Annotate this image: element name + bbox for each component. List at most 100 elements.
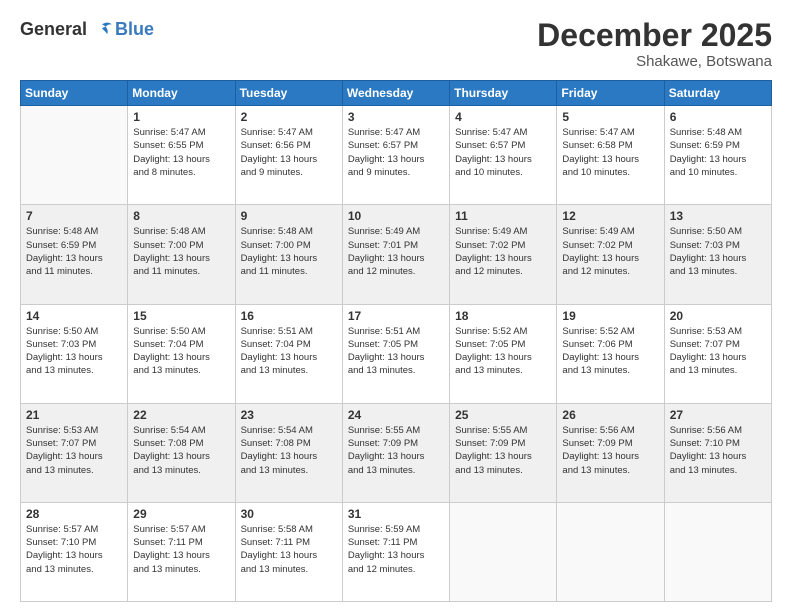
calendar-day-cell: 2Sunrise: 5:47 AMSunset: 6:56 PMDaylight… <box>235 106 342 205</box>
day-number: 3 <box>348 110 444 124</box>
calendar-header-tuesday: Tuesday <box>235 81 342 106</box>
day-number: 13 <box>670 209 766 223</box>
day-info: Sunrise: 5:52 AMSunset: 7:06 PMDaylight:… <box>562 325 658 378</box>
day-info: Sunrise: 5:53 AMSunset: 7:07 PMDaylight:… <box>670 325 766 378</box>
day-info: Sunrise: 5:55 AMSunset: 7:09 PMDaylight:… <box>455 424 551 477</box>
calendar-day-cell: 13 Sunrise: 5:50 AMSunset: 7:03 PMDayligh… <box>664 205 771 304</box>
calendar-day-cell: 8 Sunrise: 5:48 AMSunset: 7:00 PMDaylight… <box>128 205 235 304</box>
day-info: Sunrise: 5:47 AMSunset: 6:55 PMDaylight:… <box>133 126 229 179</box>
calendar-day-cell: 20 Sunrise: 5:53 AMSunset: 7:07 PMDayligh… <box>664 304 771 403</box>
day-info: Sunrise: 5:48 AMSunset: 7:00 PMDaylight:… <box>133 225 229 278</box>
calendar-day-cell: 18Sunrise: 5:52 AMSunset: 7:05 PMDayligh… <box>450 304 557 403</box>
calendar-day-cell: 11 Sunrise: 5:49 AMSunset: 7:02 PMDayligh… <box>450 205 557 304</box>
calendar-day-cell: 28Sunrise: 5:57 AMSunset: 7:10 PMDayligh… <box>21 502 128 601</box>
calendar-day-cell: 15Sunrise: 5:50 AMSunset: 7:04 PMDayligh… <box>128 304 235 403</box>
day-number: 10 <box>348 209 444 223</box>
calendar-day-cell: 3 Sunrise: 5:47 AMSunset: 6:57 PMDaylight… <box>342 106 449 205</box>
calendar-day-cell: 19 Sunrise: 5:52 AMSunset: 7:06 PMDayligh… <box>557 304 664 403</box>
calendar-header-saturday: Saturday <box>664 81 771 106</box>
calendar-day-cell: 6 Sunrise: 5:48 AMSunset: 6:59 PMDaylight… <box>664 106 771 205</box>
calendar-day-cell: 16Sunrise: 5:51 AMSunset: 7:04 PMDayligh… <box>235 304 342 403</box>
day-info: Sunrise: 5:47 AMSunset: 6:57 PMDaylight:… <box>455 126 551 179</box>
calendar-day-cell: 31 Sunrise: 5:59 AMSunset: 7:11 PMDayligh… <box>342 502 449 601</box>
calendar-day-cell: 30 Sunrise: 5:58 AMSunset: 7:11 PMDayligh… <box>235 502 342 601</box>
calendar-day-cell: 10Sunrise: 5:49 AMSunset: 7:01 PMDayligh… <box>342 205 449 304</box>
calendar-day-cell <box>664 502 771 601</box>
day-info: Sunrise: 5:48 AMSunset: 7:00 PMDaylight:… <box>241 225 337 278</box>
day-info: Sunrise: 5:51 AMSunset: 7:05 PMDaylight:… <box>348 325 444 378</box>
calendar-day-cell: 24 Sunrise: 5:55 AMSunset: 7:09 PMDayligh… <box>342 403 449 502</box>
day-info: Sunrise: 5:56 AMSunset: 7:10 PMDaylight:… <box>670 424 766 477</box>
calendar-day-cell: 12Sunrise: 5:49 AMSunset: 7:02 PMDayligh… <box>557 205 664 304</box>
calendar-day-cell <box>450 502 557 601</box>
calendar-table: SundayMondayTuesdayWednesdayThursdayFrid… <box>20 80 772 602</box>
day-info: Sunrise: 5:53 AMSunset: 7:07 PMDaylight:… <box>26 424 122 477</box>
day-info: Sunrise: 5:48 AMSunset: 6:59 PMDaylight:… <box>670 126 766 179</box>
day-number: 4 <box>455 110 551 124</box>
day-number: 17 <box>348 309 444 323</box>
calendar-week-row: 1 Sunrise: 5:47 AMSunset: 6:55 PMDaylight… <box>21 106 772 205</box>
day-info: Sunrise: 5:50 AMSunset: 7:03 PMDaylight:… <box>26 325 122 378</box>
calendar-day-cell: 17 Sunrise: 5:51 AMSunset: 7:05 PMDayligh… <box>342 304 449 403</box>
header: General Blue December 2025 Shakawe, Bots… <box>20 18 772 70</box>
logo-blue: Blue <box>115 19 154 40</box>
day-info: Sunrise: 5:47 AMSunset: 6:58 PMDaylight:… <box>562 126 658 179</box>
day-number: 11 <box>455 209 551 223</box>
day-number: 19 <box>562 309 658 323</box>
calendar-day-cell: 25 Sunrise: 5:55 AMSunset: 7:09 PMDayligh… <box>450 403 557 502</box>
day-number: 20 <box>670 309 766 323</box>
location: Shakawe, Botswana <box>537 53 772 70</box>
day-info: Sunrise: 5:59 AMSunset: 7:11 PMDaylight:… <box>348 523 444 576</box>
day-info: Sunrise: 5:54 AMSunset: 7:08 PMDaylight:… <box>241 424 337 477</box>
page: General Blue December 2025 Shakawe, Bots… <box>0 0 792 612</box>
calendar-day-cell: 23 Sunrise: 5:54 AMSunset: 7:08 PMDayligh… <box>235 403 342 502</box>
day-info: Sunrise: 5:55 AMSunset: 7:09 PMDaylight:… <box>348 424 444 477</box>
day-number: 21 <box>26 408 122 422</box>
calendar-day-cell: 1 Sunrise: 5:47 AMSunset: 6:55 PMDaylight… <box>128 106 235 205</box>
day-info: Sunrise: 5:50 AMSunset: 7:04 PMDaylight:… <box>133 325 229 378</box>
day-info: Sunrise: 5:49 AMSunset: 7:02 PMDaylight:… <box>562 225 658 278</box>
calendar-header-row: SundayMondayTuesdayWednesdayThursdayFrid… <box>21 81 772 106</box>
day-info: Sunrise: 5:51 AMSunset: 7:04 PMDaylight:… <box>241 325 337 378</box>
calendar-day-cell: 27Sunrise: 5:56 AMSunset: 7:10 PMDayligh… <box>664 403 771 502</box>
day-number: 14 <box>26 309 122 323</box>
calendar-day-cell <box>21 106 128 205</box>
calendar-week-row: 21 Sunrise: 5:53 AMSunset: 7:07 PMDayligh… <box>21 403 772 502</box>
day-number: 6 <box>670 110 766 124</box>
day-info: Sunrise: 5:47 AMSunset: 6:57 PMDaylight:… <box>348 126 444 179</box>
calendar-header-friday: Friday <box>557 81 664 106</box>
calendar-day-cell: 29 Sunrise: 5:57 AMSunset: 7:11 PMDayligh… <box>128 502 235 601</box>
day-number: 29 <box>133 507 229 521</box>
calendar-header-sunday: Sunday <box>21 81 128 106</box>
calendar-day-cell: 14 Sunrise: 5:50 AMSunset: 7:03 PMDayligh… <box>21 304 128 403</box>
calendar-day-cell: 7Sunrise: 5:48 AMSunset: 6:59 PMDaylight… <box>21 205 128 304</box>
day-number: 24 <box>348 408 444 422</box>
calendar-week-row: 14 Sunrise: 5:50 AMSunset: 7:03 PMDayligh… <box>21 304 772 403</box>
calendar-day-cell: 22 Sunrise: 5:54 AMSunset: 7:08 PMDayligh… <box>128 403 235 502</box>
day-number: 23 <box>241 408 337 422</box>
calendar-week-row: 28Sunrise: 5:57 AMSunset: 7:10 PMDayligh… <box>21 502 772 601</box>
day-number: 30 <box>241 507 337 521</box>
day-number: 31 <box>348 507 444 521</box>
day-info: Sunrise: 5:58 AMSunset: 7:11 PMDaylight:… <box>241 523 337 576</box>
day-info: Sunrise: 5:49 AMSunset: 7:02 PMDaylight:… <box>455 225 551 278</box>
title-block: December 2025 Shakawe, Botswana <box>537 18 772 70</box>
day-number: 26 <box>562 408 658 422</box>
calendar-day-cell: 5 Sunrise: 5:47 AMSunset: 6:58 PMDaylight… <box>557 106 664 205</box>
day-number: 25 <box>455 408 551 422</box>
day-number: 5 <box>562 110 658 124</box>
day-number: 9 <box>241 209 337 223</box>
calendar-header-wednesday: Wednesday <box>342 81 449 106</box>
day-number: 7 <box>26 209 122 223</box>
calendar-header-monday: Monday <box>128 81 235 106</box>
calendar-day-cell: 26Sunrise: 5:56 AMSunset: 7:09 PMDayligh… <box>557 403 664 502</box>
day-number: 8 <box>133 209 229 223</box>
day-number: 22 <box>133 408 229 422</box>
logo-bird-icon <box>91 18 113 40</box>
day-info: Sunrise: 5:47 AMSunset: 6:56 PMDaylight:… <box>241 126 337 179</box>
day-info: Sunrise: 5:50 AMSunset: 7:03 PMDaylight:… <box>670 225 766 278</box>
calendar-week-row: 7Sunrise: 5:48 AMSunset: 6:59 PMDaylight… <box>21 205 772 304</box>
day-info: Sunrise: 5:57 AMSunset: 7:11 PMDaylight:… <box>133 523 229 576</box>
day-number: 1 <box>133 110 229 124</box>
day-info: Sunrise: 5:54 AMSunset: 7:08 PMDaylight:… <box>133 424 229 477</box>
